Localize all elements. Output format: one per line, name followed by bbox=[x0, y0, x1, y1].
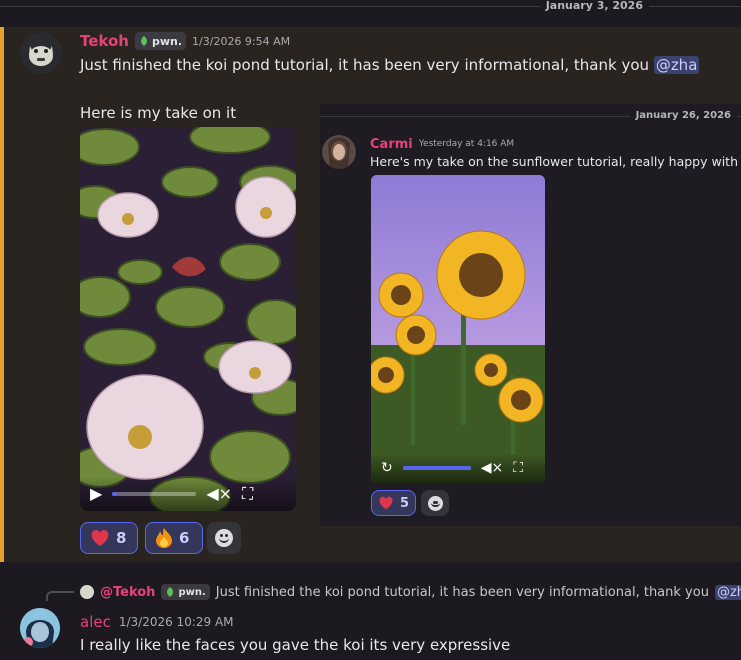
add-reaction-icon bbox=[427, 495, 443, 511]
avatar-carmi[interactable] bbox=[322, 135, 356, 169]
inner-video-progress[interactable] bbox=[402, 466, 471, 470]
add-reaction-button[interactable] bbox=[207, 522, 241, 554]
timestamp-alec: 1/3/2026 10:29 AM bbox=[118, 615, 234, 629]
date-divider-label: January 3, 2026 bbox=[539, 0, 649, 12]
mention-zha[interactable]: @zha bbox=[653, 56, 700, 74]
message-text-alec: I really like the faces you gave the koi… bbox=[80, 636, 511, 654]
reply-avatar bbox=[80, 585, 94, 599]
reply-text: Just finished the koi pond tutorial, it … bbox=[215, 584, 709, 600]
inner-timestamp: Yesterday at 4:16 AM bbox=[418, 139, 515, 149]
leaf-icon bbox=[140, 36, 147, 46]
video-attachment-koi[interactable]: ▶ ◀× ⛶ bbox=[80, 127, 296, 511]
inner-reaction-heart[interactable]: 5 bbox=[371, 490, 416, 516]
leaf-icon bbox=[167, 587, 174, 597]
inner-video-controls: ↻ ◀× ⛶ bbox=[371, 453, 545, 483]
fullscreen-icon[interactable]: ⛶ bbox=[242, 486, 253, 502]
reply-username[interactable]: @Tekoh bbox=[100, 585, 155, 600]
reaction-fire[interactable]: 6 bbox=[145, 522, 203, 554]
message-tekoh: Tekoh pwn. 1/3/2026 9:54 AM Just finishe… bbox=[0, 27, 741, 562]
reply-preview[interactable]: @Tekoh pwn. Just finished the koi pond t… bbox=[46, 583, 741, 601]
avatar-tekoh[interactable] bbox=[20, 32, 62, 74]
username-alec[interactable]: alec bbox=[80, 613, 111, 631]
mute-icon[interactable]: ◀× bbox=[206, 486, 232, 502]
inner-add-reaction-button[interactable] bbox=[421, 490, 449, 516]
inner-fullscreen-icon[interactable]: ⛶ bbox=[513, 460, 523, 476]
video-progress-bar[interactable] bbox=[112, 492, 197, 496]
heart-icon bbox=[379, 496, 393, 510]
sunflower-artwork bbox=[371, 175, 545, 483]
username-carmi[interactable]: Carmi bbox=[370, 137, 413, 152]
inner-mute-icon[interactable]: ◀× bbox=[481, 460, 504, 476]
message-text-2: Here is my take on it bbox=[80, 104, 237, 122]
reply-guild-tag[interactable]: pwn. bbox=[161, 584, 210, 600]
guild-tag[interactable]: pwn. bbox=[134, 32, 187, 50]
inner-date-divider: January 26, 2026 bbox=[320, 110, 741, 122]
replay-icon[interactable]: ↻ bbox=[381, 460, 393, 476]
embedded-screenshot: January 26, 2026 Carmi Yesterday at 4:16… bbox=[320, 104, 741, 526]
avatar-alec[interactable] bbox=[20, 608, 60, 648]
message-alec: alec 1/3/2026 10:29 AM I really like the… bbox=[0, 600, 741, 660]
date-divider: January 3, 2026 bbox=[0, 0, 741, 12]
timestamp: 1/3/2026 9:54 AM bbox=[192, 34, 291, 48]
add-reaction-icon bbox=[215, 529, 233, 547]
username-tekoh[interactable]: Tekoh bbox=[80, 32, 129, 50]
video-attachment-sunflower[interactable]: ↻ ◀× ⛶ bbox=[371, 175, 545, 483]
reaction-heart[interactable]: 8 bbox=[80, 522, 138, 554]
play-icon[interactable]: ▶ bbox=[90, 486, 102, 502]
inner-message-text: Here's my take on the sunflower tutorial… bbox=[370, 154, 741, 169]
fire-icon bbox=[156, 528, 172, 548]
koi-pond-artwork bbox=[80, 127, 296, 511]
video-controls: ▶ ◀× ⛶ bbox=[80, 477, 296, 511]
message-text: Just finished the koi pond tutorial, it … bbox=[80, 56, 650, 74]
heart-icon bbox=[91, 530, 109, 546]
reply-mention[interactable]: @zh bbox=[714, 584, 741, 600]
